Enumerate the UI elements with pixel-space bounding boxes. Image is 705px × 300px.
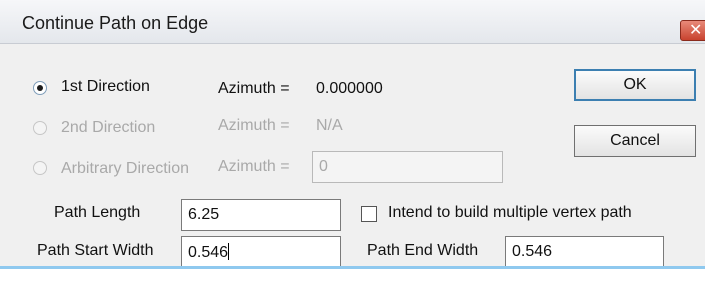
multi-vertex-checkbox[interactable] <box>361 206 377 222</box>
label-2nd-direction[interactable]: 2nd Direction <box>61 119 155 137</box>
azimuth-label-3: Azimuth = <box>218 158 290 175</box>
cancel-button[interactable]: Cancel <box>574 125 696 157</box>
ok-button[interactable]: OK <box>574 69 696 101</box>
path-start-width-value: 0.546 <box>188 244 229 261</box>
radio-1st-direction[interactable] <box>33 81 47 95</box>
label-arbitrary-direction[interactable]: Arbitrary Direction <box>61 160 189 178</box>
path-length-label: Path Length <box>54 204 141 221</box>
dialog-title: Continue Path on Edge <box>22 13 209 33</box>
dialog-body: 1st Direction Azimuth = 0.000000 2nd Dir… <box>0 44 705 268</box>
path-length-input[interactable]: 6.25 <box>181 199 341 231</box>
arbitrary-azimuth-input[interactable]: 0 <box>312 151 503 183</box>
path-start-width-input[interactable]: 0.546 <box>181 236 341 268</box>
path-end-width-label: Path End Width <box>367 242 479 259</box>
radio-selected-dot <box>37 85 43 91</box>
close-icon: ✕ <box>689 22 703 39</box>
window-bottom-edge <box>0 266 705 300</box>
radio-2nd-direction[interactable] <box>33 121 47 135</box>
label-1st-direction[interactable]: 1st Direction <box>61 78 150 96</box>
radio-arbitrary-direction[interactable] <box>33 161 47 175</box>
azimuth-label-2: Azimuth = <box>218 117 290 134</box>
title-bar: Continue Path on Edge ✕ <box>0 0 705 44</box>
azimuth-value-1: 0.000000 <box>316 80 383 97</box>
multi-vertex-label[interactable]: Intend to build multiple vertex path <box>388 204 632 222</box>
text-caret <box>228 243 230 260</box>
path-start-width-label: Path Start Width <box>37 242 154 259</box>
continue-path-dialog: Continue Path on Edge ✕ 1st Direction Az… <box>0 0 705 300</box>
azimuth-value-2: N/A <box>316 117 343 134</box>
path-end-width-input[interactable]: 0.546 <box>505 236 664 268</box>
bottom-divider <box>0 266 705 269</box>
azimuth-label-1: Azimuth = <box>218 80 290 97</box>
close-button[interactable]: ✕ <box>680 20 705 41</box>
